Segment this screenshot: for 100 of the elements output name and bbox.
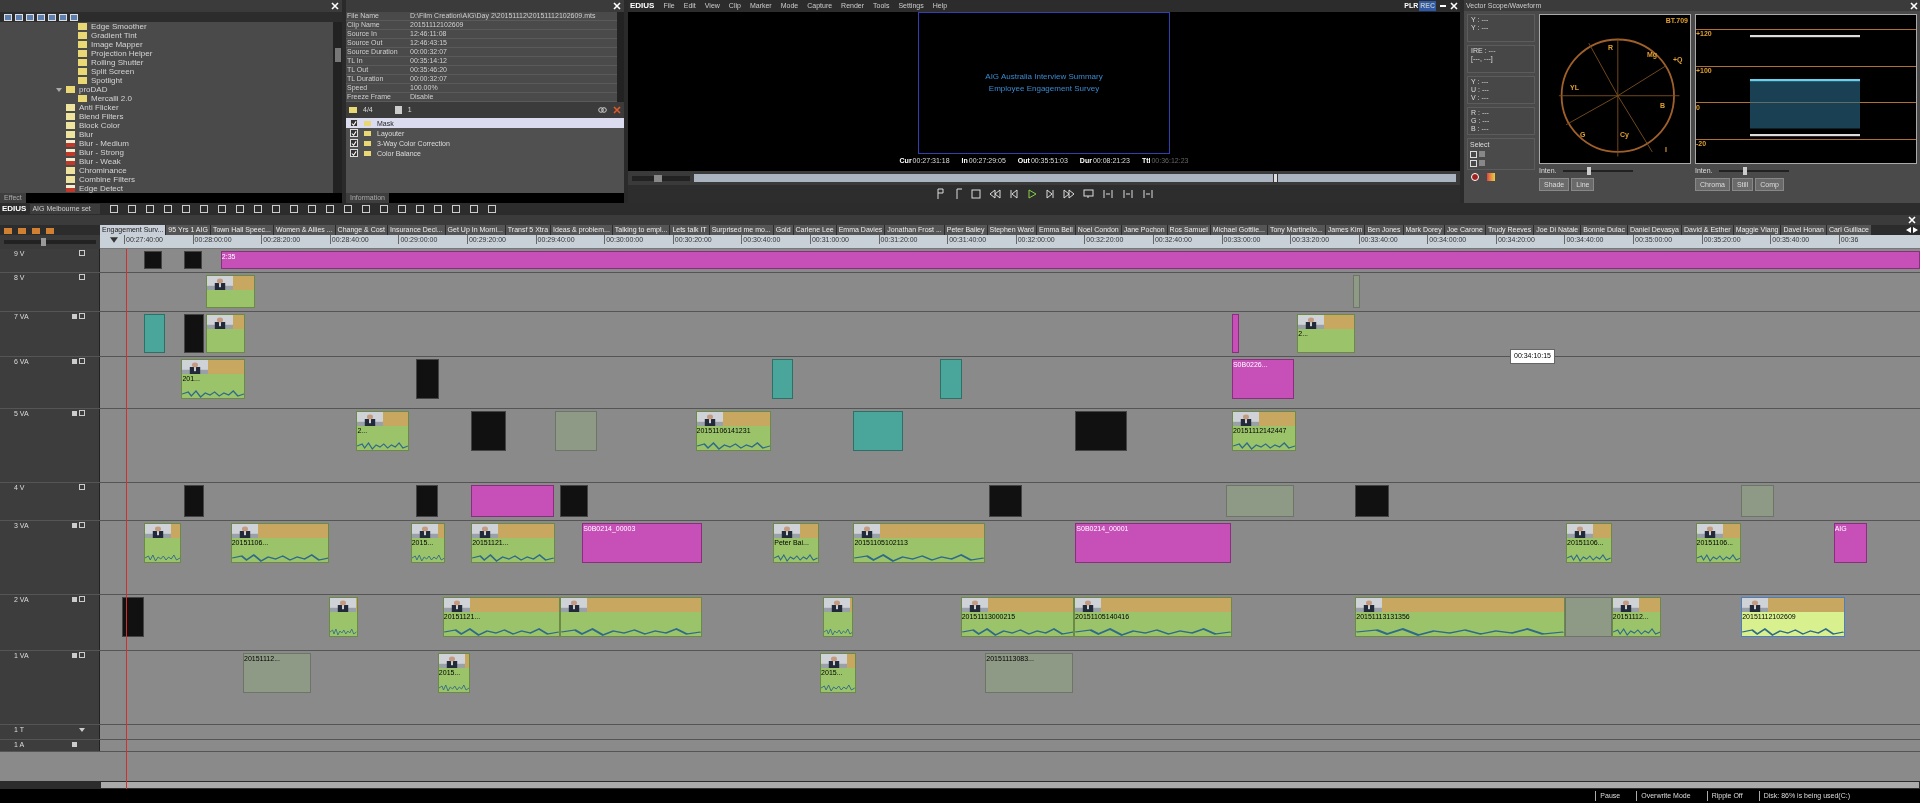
play-icon[interactable] — [1026, 189, 1037, 199]
checkbox[interactable] — [1470, 151, 1477, 158]
checkbox[interactable] — [350, 139, 358, 147]
tree-item[interactable]: proDAD — [79, 85, 108, 94]
checkbox[interactable] — [1470, 160, 1477, 167]
horizontal-scrollbar[interactable] — [101, 782, 1919, 788]
track-menu-icon[interactable] — [79, 522, 85, 528]
step-forward-icon[interactable] — [1044, 189, 1055, 199]
shuttle-track[interactable] — [632, 175, 690, 181]
tree-item[interactable]: Blur - Strong — [79, 148, 124, 157]
video-clip[interactable] — [939, 359, 962, 399]
link-icon[interactable] — [598, 107, 607, 113]
video-clip[interactable] — [772, 359, 793, 399]
tree-item[interactable]: Split Screen — [91, 67, 135, 76]
intensity-thumb[interactable] — [1743, 167, 1747, 175]
video-clip[interactable] — [822, 597, 854, 637]
color-swatch[interactable] — [1479, 151, 1485, 157]
video-clip[interactable] — [415, 359, 440, 399]
tree-item[interactable]: Chrominance — [79, 166, 127, 175]
step-back-icon[interactable] — [1008, 189, 1019, 199]
video-clip[interactable] — [1564, 597, 1612, 637]
video-clip[interactable] — [144, 251, 162, 269]
tree-item[interactable]: Blur - Weak — [79, 157, 121, 166]
close-icon[interactable] — [1910, 1, 1918, 10]
video-clip[interactable] — [122, 597, 145, 637]
tree-item[interactable]: Mercalli 2.0 — [91, 94, 132, 103]
close-icon[interactable] — [613, 2, 621, 10]
track-menu-icon[interactable] — [79, 274, 85, 280]
checkbox[interactable] — [350, 149, 358, 157]
record-icon[interactable] — [1471, 173, 1479, 181]
collapse-icon[interactable] — [56, 86, 62, 93]
intensity-thumb[interactable] — [1587, 167, 1591, 175]
video-clip[interactable] — [1075, 411, 1128, 451]
video-clip[interactable] — [555, 411, 597, 451]
shuttle-thumb[interactable] — [654, 174, 663, 182]
video-clip[interactable] — [183, 314, 204, 353]
checkbox[interactable] — [350, 129, 358, 137]
track-menu-icon[interactable] — [79, 313, 85, 319]
scroll-arrows-icon[interactable] — [1906, 227, 1918, 233]
video-clip[interactable] — [144, 314, 166, 353]
track-menu-icon[interactable] — [79, 596, 85, 602]
audio-waveform-icon — [696, 442, 770, 450]
video-clip[interactable] — [144, 523, 182, 563]
title-clip[interactable] — [1231, 314, 1240, 353]
mark-icon[interactable] — [934, 187, 945, 201]
close-icon[interactable] — [1908, 216, 1916, 224]
stop-icon[interactable] — [970, 189, 981, 199]
tree-item[interactable]: Blend Filters — [79, 112, 124, 121]
tree-item[interactable]: Rolling Shutter — [91, 58, 144, 67]
video-clip[interactable] — [415, 485, 438, 517]
tree-item[interactable]: Block Color — [79, 121, 120, 130]
tree-item[interactable]: Gradient Tint — [91, 31, 137, 40]
tree-item[interactable]: Edge Detect — [79, 184, 124, 193]
video-clip[interactable] — [206, 275, 256, 308]
close-icon[interactable] — [1450, 2, 1458, 10]
edit-tool-icon[interactable] — [1121, 189, 1134, 199]
close-icon[interactable] — [331, 2, 339, 10]
color-swatch[interactable] — [1479, 160, 1485, 166]
fast-forward-icon[interactable] — [1062, 189, 1075, 199]
video-clip[interactable] — [329, 597, 358, 637]
track-menu-icon[interactable] — [79, 410, 85, 416]
video-clip[interactable] — [1355, 485, 1389, 517]
video-clip[interactable] — [559, 597, 702, 637]
title-clip[interactable] — [471, 485, 554, 517]
checkbox[interactable] — [350, 119, 358, 127]
video-clip[interactable] — [206, 314, 246, 353]
track-menu-icon[interactable] — [79, 250, 85, 256]
track-menu-icon[interactable] — [79, 484, 85, 490]
video-clip[interactable] — [559, 485, 589, 517]
rewind-icon[interactable] — [988, 189, 1001, 199]
scrollbar[interactable] — [333, 22, 342, 193]
tree-item[interactable]: Combine Filters — [79, 175, 135, 184]
zoom-thumb[interactable] — [40, 238, 46, 246]
video-clip[interactable] — [183, 485, 204, 517]
color-icon[interactable] — [1487, 173, 1495, 181]
tree-item[interactable]: Spotlight — [91, 76, 123, 85]
edit-tool-icon[interactable] — [1141, 189, 1154, 199]
audio-waveform-icon — [1567, 554, 1611, 562]
video-clip[interactable] — [989, 485, 1023, 517]
tree-item[interactable]: Edge Smoother — [91, 22, 147, 31]
tree-item[interactable]: Image Mapper — [91, 40, 143, 49]
video-clip[interactable] — [853, 411, 903, 451]
track-menu-icon[interactable] — [79, 358, 85, 364]
video-clip[interactable] — [1741, 485, 1775, 517]
tree-item[interactable]: Blur — [79, 130, 94, 139]
playhead-thumb[interactable] — [1273, 173, 1279, 183]
video-clip[interactable] — [183, 251, 203, 269]
track-menu-icon[interactable] — [79, 652, 85, 658]
video-clip[interactable] — [1352, 275, 1361, 308]
track-menu-icon[interactable] — [79, 727, 85, 733]
tree-item[interactable]: Projection Helper — [91, 49, 153, 58]
position-track[interactable] — [694, 174, 1456, 182]
edit-tool-icon[interactable] — [1101, 189, 1114, 199]
video-clip[interactable] — [471, 411, 506, 451]
tree-item[interactable]: Blur - Medium — [79, 139, 129, 148]
monitor-icon[interactable] — [1082, 189, 1094, 199]
delete-icon[interactable] — [613, 106, 621, 114]
tree-item[interactable]: Anti Flicker — [79, 103, 119, 112]
scrollbar[interactable] — [617, 12, 624, 102]
video-clip[interactable] — [1225, 485, 1294, 517]
